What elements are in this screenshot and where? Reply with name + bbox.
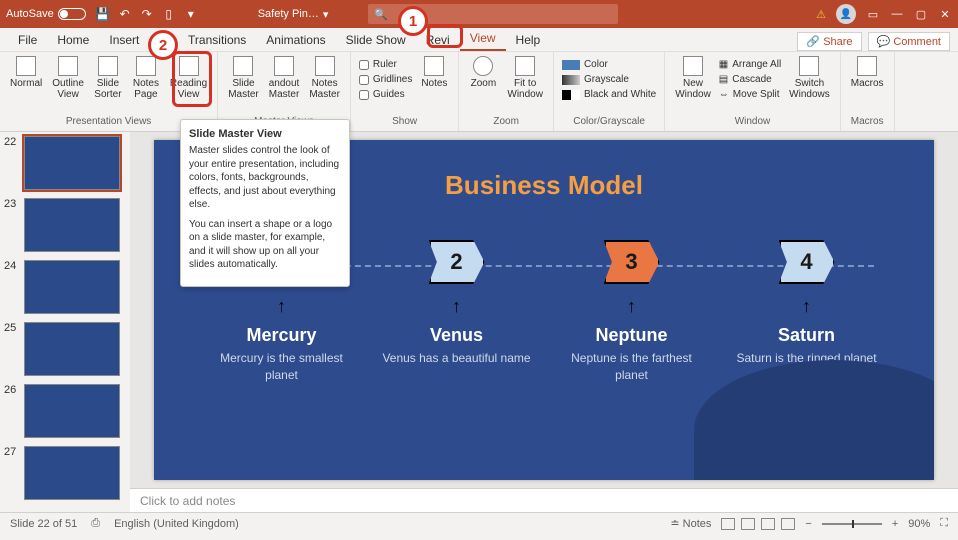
share-button[interactable]: 🔗 Share [797, 32, 861, 51]
tab-view[interactable]: View [460, 27, 506, 51]
arrow-up-icon: ↑ [627, 296, 636, 317]
group-color-grayscale: Color Grayscale Black and White Color/Gr… [554, 52, 665, 131]
grayscale-button[interactable]: Grayscale [560, 73, 658, 86]
ribbon-display-icon[interactable]: ▭ [866, 7, 880, 21]
cascade-button[interactable]: ▤ Cascade [717, 73, 783, 86]
zoom-in-button[interactable]: + [892, 518, 898, 530]
group-macros: Macros Macros [841, 52, 895, 131]
zoom-button[interactable]: Zoom [465, 54, 501, 91]
thumbnail-23[interactable] [24, 198, 120, 252]
start-from-beginning-icon[interactable]: ▯ [162, 7, 176, 21]
slide-master-tooltip: Slide Master View Master slides control … [180, 119, 350, 287]
normal-button[interactable]: Normal [6, 54, 46, 91]
thumbnail-panel[interactable]: 22 23 24 25 26 27 [0, 132, 130, 512]
handout-master-button[interactable]: andout Master [265, 54, 304, 102]
language-button[interactable]: English (United Kingdom) [114, 518, 239, 530]
close-icon[interactable]: ✕ [938, 7, 952, 21]
title-bar: AutoSave 💾 ↶ ↷ ▯ ▾ Safety Pin…▾ 🔍 ⚠ 👤 ▭ … [0, 0, 958, 28]
toggle-switch-icon [58, 8, 86, 20]
guides-checkbox[interactable]: Guides [357, 88, 414, 101]
zoom-level[interactable]: 90% [908, 518, 930, 530]
callout-1: 1 [398, 6, 428, 36]
save-icon[interactable]: 💾 [96, 7, 110, 21]
group-window: New Window ▦ Arrange All ▤ Cascade ⇔ Mov… [665, 52, 841, 131]
minimize-icon[interactable]: — [890, 7, 904, 21]
group-show: Ruler Gridlines Guides Notes Show [351, 52, 459, 131]
tab-insert[interactable]: Insert [99, 29, 149, 51]
comment-button[interactable]: 💬 Comment [868, 32, 950, 51]
new-window-button[interactable]: New Window [671, 54, 715, 102]
callout-2: 2 [148, 30, 178, 60]
outline-view-button[interactable]: Outline View [48, 54, 88, 102]
tab-home[interactable]: Home [47, 29, 99, 51]
move-split-button[interactable]: ⇔ Move Split [717, 88, 783, 101]
warning-icon[interactable]: ⚠ [816, 8, 826, 21]
thumbnail-27[interactable] [24, 446, 120, 500]
redo-icon[interactable]: ↷ [140, 7, 154, 21]
workspace: 22 23 24 25 26 27 Business Model 1 ↑ Mer… [0, 132, 958, 512]
ruler-checkbox[interactable]: Ruler [357, 58, 414, 71]
notes-master-button[interactable]: Notes Master [305, 54, 344, 102]
status-bar: Slide 22 of 51 ⎙ English (United Kingdom… [0, 512, 958, 534]
group-zoom: Zoom Fit to Window Zoom [459, 52, 554, 131]
maximize-icon[interactable]: ▢ [914, 7, 928, 21]
slide-counter[interactable]: Slide 22 of 51 [10, 518, 77, 530]
tab-transitions[interactable]: Transitions [178, 29, 256, 51]
slideshow-view-icon[interactable] [781, 518, 795, 530]
item-venus[interactable]: 2 ↑ Venus Venus has a beautiful name [382, 240, 532, 384]
black-white-button[interactable]: Black and White [560, 88, 658, 101]
tab-help[interactable]: Help [506, 29, 551, 51]
notes-page-button[interactable]: Notes Page [128, 54, 164, 102]
search-icon: 🔍 [374, 8, 388, 21]
color-button[interactable]: Color [560, 58, 658, 71]
arrow-up-icon: ↑ [802, 296, 811, 317]
tab-file[interactable]: File [8, 29, 47, 51]
thumbnail-25[interactable] [24, 322, 120, 376]
ribbon: Normal Outline View Slide Sorter Notes P… [0, 52, 958, 132]
zoom-out-button[interactable]: − [805, 518, 811, 530]
thumbnail-26[interactable] [24, 384, 120, 438]
qat-dropdown-icon[interactable]: ▾ [184, 7, 198, 21]
slide-sorter-button[interactable]: Slide Sorter [90, 54, 126, 102]
undo-icon[interactable]: ↶ [118, 7, 132, 21]
fit-to-window-icon[interactable]: ⛶ [940, 517, 948, 530]
notes-toggle[interactable]: ≐ Notes [670, 517, 711, 530]
thumbnail-22[interactable] [24, 136, 120, 190]
sorter-view-icon[interactable] [741, 518, 755, 530]
ribbon-tabs: File Home Insert D Transitions Animation… [0, 28, 958, 52]
accessibility-icon[interactable]: ⎙ [91, 517, 100, 530]
item-neptune[interactable]: 3 ↑ Neptune Neptune is the farthest plan… [557, 240, 707, 384]
arrange-all-button[interactable]: ▦ Arrange All [717, 58, 783, 71]
normal-view-icon[interactable] [721, 518, 735, 530]
account-avatar[interactable]: 👤 [836, 4, 856, 24]
tab-animations[interactable]: Animations [256, 29, 335, 51]
arrow-up-icon: ↑ [452, 296, 461, 317]
notes-button[interactable]: Notes [416, 54, 452, 91]
zoom-slider[interactable] [822, 523, 882, 525]
gridlines-checkbox[interactable]: Gridlines [357, 73, 414, 86]
switch-windows-button[interactable]: Switch Windows [785, 54, 834, 102]
reading-view-icon[interactable] [761, 518, 775, 530]
document-name[interactable]: Safety Pin…▾ [258, 8, 329, 21]
arrow-up-icon: ↑ [277, 296, 286, 317]
slide-master-button[interactable]: Slide Master [224, 54, 263, 102]
thumbnail-24[interactable] [24, 260, 120, 314]
reading-view-button[interactable]: Reading View [166, 54, 211, 102]
notes-input[interactable]: Click to add notes [130, 488, 958, 512]
macros-button[interactable]: Macros [847, 54, 888, 91]
autosave-toggle[interactable]: AutoSave [6, 8, 86, 20]
fit-to-window-button[interactable]: Fit to Window [503, 54, 547, 102]
